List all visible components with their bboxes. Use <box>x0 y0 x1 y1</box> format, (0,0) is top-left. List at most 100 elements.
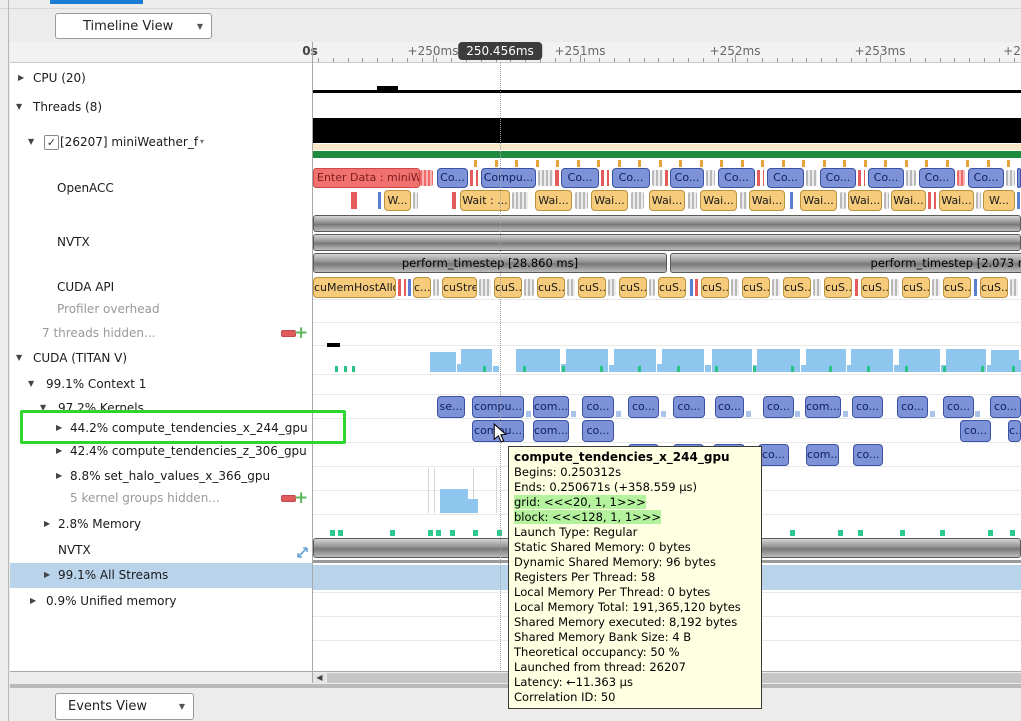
expand-row-icon[interactable] <box>296 544 309 563</box>
kernels-row-block[interactable]: co... <box>990 396 1021 418</box>
openacc-row-2-block[interactable]: Wai... <box>749 190 785 211</box>
cuda-api-row-block[interactable]: cuMemHostAlloc <box>313 277 396 298</box>
sidebar-item-threads[interactable]: Threads (8) <box>33 97 102 117</box>
sidebar-item-all-streams[interactable]: 99.1% All Streams <box>58 565 168 585</box>
cuda-api-row-block[interactable]: cuS... <box>783 277 811 298</box>
openacc-row-2-block[interactable]: Wai... <box>939 190 974 211</box>
cuda-api-row-block[interactable]: cuS... <box>701 277 729 298</box>
sidebar-item-openacc-thread[interactable]: OpenACC <box>57 178 114 198</box>
openacc-row-2-block[interactable]: Wai... <box>535 190 572 211</box>
sidebar-item-memory[interactable]: 2.8% Memory <box>58 514 141 534</box>
timeline-ruler[interactable]: 0s +250ms+251ms+252ms+253ms+2 250.456ms <box>10 42 1021 63</box>
cuda-api-row-block[interactable]: cuS... <box>861 277 889 298</box>
openacc-row-1-block[interactable]: Co... <box>670 168 704 188</box>
thread-options-arrow-icon[interactable]: ▾ <box>200 132 204 152</box>
tree-expanded-arrow-icon[interactable]: ▼ <box>28 374 34 394</box>
openacc-row-1-block[interactable]: Co... <box>868 168 904 188</box>
openacc-row-1-block[interactable]: Co... <box>612 168 650 188</box>
openacc-row-2-block[interactable]: Wai... <box>848 190 882 211</box>
kernel-x244-row-block[interactable]: co... <box>582 420 614 442</box>
openacc-row-2-block[interactable]: Wai... <box>800 190 837 211</box>
tree-expanded-arrow-icon[interactable]: ▼ <box>28 132 34 152</box>
sidebar-item-cuda-device[interactable]: CUDA (TITAN V) <box>33 348 127 368</box>
cuda-api-row-block[interactable]: cuS... <box>902 277 930 298</box>
openacc-row-1-block[interactable]: Co... <box>919 168 955 188</box>
sidebar-item-cpu[interactable]: CPU (20) <box>33 68 86 88</box>
tree-collapsed-arrow-icon[interactable]: ▶ <box>44 565 50 585</box>
kernels-row-block[interactable]: co... <box>943 396 974 418</box>
openacc-row-1-block[interactable]: Compu... <box>481 168 536 188</box>
nvtx-range-1[interactable]: perform_timestep [28.860 ms] <box>313 253 667 273</box>
openacc-row-2-block[interactable]: W... <box>983 190 1015 211</box>
sidebar-item-threads-hidden[interactable]: 7 threads hidden... <box>42 323 155 343</box>
openacc-row-2-block[interactable]: Wai... <box>700 190 737 211</box>
kernels-row-block[interactable]: co... <box>628 396 659 418</box>
openacc-row-1-block[interactable]: Co... <box>718 168 755 188</box>
cuda-api-row-block[interactable]: cuS... <box>658 277 686 298</box>
filter-plus-icon[interactable]: + <box>294 326 308 340</box>
sidebar-item-profiler-overhead[interactable]: Profiler overhead <box>57 299 160 319</box>
openacc-row-1-block[interactable]: Co... <box>561 168 599 188</box>
kernels-row-block[interactable]: com... <box>533 396 569 418</box>
cuda-api-row-block[interactable]: cuS... <box>824 277 852 298</box>
openacc-row-1-block[interactable]: Co... <box>968 168 1004 188</box>
sidebar-item-context-1[interactable]: 99.1% Context 1 <box>46 374 146 394</box>
panel-divider[interactable] <box>312 42 313 683</box>
tree-collapsed-arrow-icon[interactable]: ▶ <box>30 591 36 611</box>
openacc-row-2-block[interactable]: W... <box>384 190 411 211</box>
openacc-row-1-block[interactable]: Co... <box>767 168 804 188</box>
filter-plus-icon[interactable]: + <box>294 491 308 505</box>
kernels-row-block[interactable]: se... <box>437 396 465 418</box>
kernels-row-block[interactable]: com... <box>805 396 841 418</box>
openacc-row-1-block[interactable]: Co... <box>437 168 468 188</box>
kernel-x244-row-block[interactable]: c... <box>1008 420 1021 442</box>
events-view-dropdown[interactable]: Events View ▼ <box>55 693 194 720</box>
kernel-x244-row-block[interactable]: co... <box>960 420 991 442</box>
tree-collapsed-arrow-icon[interactable]: ▶ <box>56 466 62 486</box>
kernels-row-block[interactable]: co... <box>897 396 928 418</box>
tree-collapsed-arrow-icon[interactable]: ▶ <box>56 441 62 461</box>
cuda-api-row-block[interactable]: c... <box>413 277 431 298</box>
kernel-z306-row-block[interactable]: co... <box>853 444 883 466</box>
kernel-x244-row-block[interactable]: com... <box>533 420 569 442</box>
cuda-api-row-block[interactable]: cuStre... <box>442 277 477 298</box>
sidebar-item-nvtx-thread[interactable]: NVTX <box>57 232 90 252</box>
tree-collapsed-arrow-icon[interactable]: ▶ <box>44 514 50 534</box>
cuda-api-row-block[interactable]: cuS... <box>494 277 522 298</box>
sidebar-item-cuda-api[interactable]: CUDA API <box>57 277 114 297</box>
cuda-api-row-block[interactable]: cuS... <box>537 277 565 298</box>
nvtx-range-2[interactable]: perform_timestep [2.073 ms] <box>670 253 1021 273</box>
openacc-row-2-block[interactable]: Wai... <box>891 190 926 211</box>
openacc-row-1-block[interactable] <box>1017 168 1021 188</box>
cuda-api-row-block[interactable]: cuS... <box>578 277 606 298</box>
sidebar-item-thread-26207[interactable]: [26207] miniWeather_f <box>60 132 198 152</box>
kernels-row-block[interactable]: compu... <box>472 396 524 418</box>
openacc-row-2-block[interactable]: Wai... <box>591 190 628 211</box>
cuda-api-row-block[interactable]: cuS... <box>742 277 770 298</box>
nvtx-bar-1[interactable] <box>313 215 1021 232</box>
nvtx-bar-2[interactable] <box>313 234 1021 251</box>
cuda-api-row-block[interactable]: cuS... <box>619 277 647 298</box>
sidebar-item-nvtx-cuda[interactable]: NVTX <box>58 540 91 560</box>
sidebar-item-kernels-hidden[interactable]: 5 kernel groups hidden... <box>70 488 220 508</box>
thread-checkbox[interactable]: ✓ <box>44 135 59 150</box>
tree-collapsed-arrow-icon[interactable]: ▶ <box>18 68 24 88</box>
cuda-api-row-block[interactable]: cuS... <box>943 277 971 298</box>
kernels-row-block[interactable]: co... <box>673 396 705 418</box>
timeline-view-dropdown[interactable]: Timeline View ▼ <box>55 13 212 39</box>
active-tab-indicator[interactable] <box>50 0 143 4</box>
kernel-z306-row-block[interactable]: co... <box>758 444 789 466</box>
kernel-z306-row-block[interactable]: com... <box>806 444 839 466</box>
sidebar-item-kernel-halo[interactable]: 8.8% set_halo_values_x_366_gpu <box>70 466 270 486</box>
sidebar-item-kernel-z306[interactable]: 42.4% compute_tendencies_z_306_gpu <box>70 441 307 461</box>
openacc-row-1-block[interactable]: Co... <box>820 168 856 188</box>
kernels-row-block[interactable]: co... <box>763 396 794 418</box>
tree-expanded-arrow-icon[interactable]: ▼ <box>16 348 22 368</box>
openacc-row-2-block[interactable]: Wai... <box>649 190 685 211</box>
sidebar-item-unified-memory[interactable]: 0.9% Unified memory <box>46 591 177 611</box>
hscroll-left-arrow[interactable]: ◀ <box>313 673 326 683</box>
openacc-row-1-block[interactable]: Enter Data : miniW... <box>313 168 420 188</box>
kernels-row-block[interactable]: co... <box>852 396 883 418</box>
kernels-row-block[interactable]: co... <box>582 396 614 418</box>
openacc-row-2-block[interactable]: Wait : ... <box>460 190 510 211</box>
